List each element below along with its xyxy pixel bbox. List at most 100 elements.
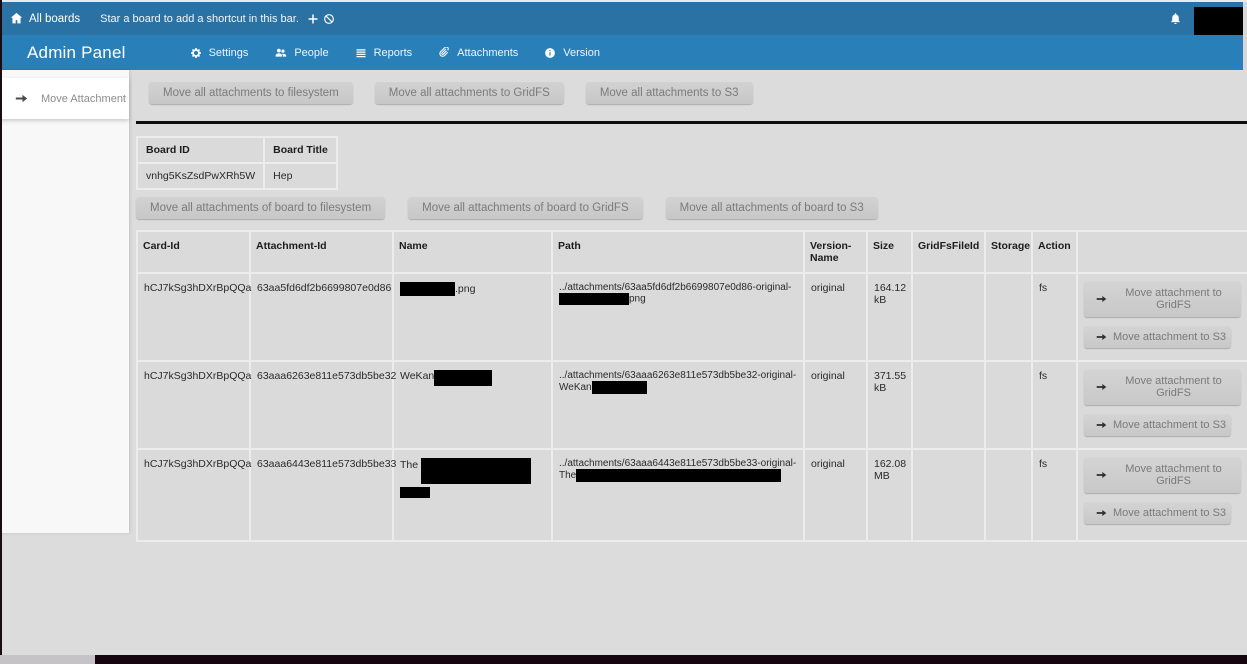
tab-people[interactable]: People — [274, 46, 328, 59]
path-cell: ../attachments/63aaa6263e811e573db5be32-… — [552, 361, 804, 449]
arrow-right-icon — [1096, 332, 1107, 343]
path-cell: ../attachments/63aa5fd6df2b6699807e0d86-… — [552, 273, 804, 361]
tab-version-label: Version — [563, 47, 600, 59]
content-area: Move Attachment Move all attachments to … — [0, 70, 1247, 664]
all-boards-link[interactable]: All boards — [10, 12, 80, 25]
tab-reports-label: Reports — [374, 47, 413, 59]
arrow-right-icon — [1096, 420, 1107, 431]
board-row: vnhg5KsZsdPwXRh5W Hep — [137, 163, 337, 189]
home-icon — [10, 12, 23, 25]
star-hint-text: Star a board to add a shortcut in this b… — [100, 13, 299, 25]
board-table: Board ID Board Title vnhg5KsZsdPwXRh5W H… — [136, 136, 338, 190]
arrow-right-icon — [1096, 382, 1107, 393]
action-cell: fs — [1032, 361, 1077, 449]
version-cell: original — [804, 449, 867, 541]
card-id-cell: hCJ7kSg3hDXrBpQQa — [137, 449, 250, 541]
tab-version[interactable]: Version — [544, 47, 600, 59]
window-left-edge — [0, 0, 2, 664]
name-cell: .png — [393, 273, 552, 361]
board-id-cell: vnhg5KsZsdPwXRh5W — [137, 163, 264, 189]
move-attachment-to-s3-button[interactable]: Move attachment to S3 — [1084, 414, 1231, 436]
horizontal-scrollbar-thumb[interactable] — [0, 655, 95, 664]
sidebar-item-move-attachment[interactable]: Move Attachment — [0, 78, 129, 119]
paperclip-icon — [438, 47, 450, 59]
size-cell: 164.12 kB — [867, 273, 912, 361]
redacted-box — [592, 381, 647, 394]
card-id-header: Card-Id — [137, 231, 250, 273]
card-id-cell: hCJ7kSg3hDXrBpQQa — [137, 361, 250, 449]
move-attachment-to-gridfs-button[interactable]: Move attachment to GridFS — [1084, 281, 1241, 317]
tab-settings[interactable]: Settings — [190, 47, 249, 59]
move-attachment-to-gridfs-button[interactable]: Move attachment to GridFS — [1084, 457, 1241, 493]
bottom-dark-bar — [95, 655, 1247, 664]
gridfsfileid-cell — [912, 361, 985, 449]
storage-cell — [985, 449, 1032, 541]
name-header: Name — [393, 231, 552, 273]
tab-settings-label: Settings — [209, 47, 249, 59]
action-header: Action — [1032, 231, 1077, 273]
sidebar: Move Attachment — [0, 70, 129, 533]
action-cell: fs — [1032, 273, 1077, 361]
move-attachment-to-s3-button[interactable]: Move attachment to S3 — [1084, 502, 1231, 524]
tab-people-label: People — [294, 47, 328, 59]
move-all-to-gridfs-button[interactable]: Move all attachments to GridFS — [375, 82, 564, 104]
storage-cell — [985, 273, 1032, 361]
redacted-box — [421, 458, 531, 484]
tab-reports[interactable]: Reports — [355, 47, 413, 59]
redacted-box — [559, 293, 629, 305]
top-bar: All boards Star a board to add a shortcu… — [0, 2, 1247, 35]
table-row: hCJ7kSg3hDXrBpQQa 63aa5fd6df2b6699807e0d… — [137, 273, 1247, 361]
window-right-edge — [1243, 2, 1247, 70]
move-all-to-s3-button[interactable]: Move all attachments to S3 — [586, 82, 753, 104]
move-all-to-filesystem-button[interactable]: Move all attachments to filesystem — [149, 82, 353, 104]
attachments-header-row: Card-Id Attachment-Id Name Path Version-… — [137, 231, 1247, 273]
add-shortcut-icon[interactable] — [307, 13, 319, 25]
storage-header: Storage — [985, 231, 1032, 273]
page-title: Admin Panel — [27, 43, 126, 63]
buttons-header — [1077, 231, 1247, 273]
row-actions-cell: Move attachment to GridFS Move attachmen… — [1077, 361, 1247, 449]
table-row: hCJ7kSg3hDXrBpQQa 63aaa6443e811e573db5be… — [137, 449, 1247, 541]
arrow-right-icon — [15, 92, 28, 105]
people-icon — [274, 46, 287, 59]
name-cell: WeKan — [393, 361, 552, 449]
attachment-id-cell: 63aaa6443e811e573db5be33 — [250, 449, 393, 541]
sidebar-item-label: Move Attachment — [41, 93, 126, 105]
row-actions-cell: Move attachment to GridFS Move attachmen… — [1077, 273, 1247, 361]
attachments-table: Card-Id Attachment-Id Name Path Version-… — [136, 230, 1247, 542]
tab-attachments-label: Attachments — [457, 47, 518, 59]
attachment-id-cell: 63aaa6263e811e573db5be32 — [250, 361, 393, 449]
move-board-to-filesystem-button[interactable]: Move all attachments of board to filesys… — [136, 197, 385, 219]
info-icon — [544, 47, 556, 59]
admin-header-bar: Admin Panel Settings People Reports Atta… — [0, 35, 1247, 70]
name-cell: The — [393, 449, 552, 541]
no-entry-icon[interactable] — [323, 13, 335, 25]
move-attachment-to-s3-button[interactable]: Move attachment to S3 — [1084, 326, 1231, 348]
redacted-box — [434, 370, 492, 386]
section-divider — [136, 121, 1247, 124]
action-cell: fs — [1032, 449, 1077, 541]
size-cell: 371.55 kB — [867, 361, 912, 449]
move-attachment-to-gridfs-button[interactable]: Move attachment to GridFS — [1084, 369, 1241, 405]
attachment-id-header: Attachment-Id — [250, 231, 393, 273]
attachment-id-cell: 63aa5fd6df2b6699807e0d86 — [250, 273, 393, 361]
notifications-bell-icon[interactable] — [1169, 12, 1182, 25]
redacted-box — [400, 487, 430, 498]
size-header: Size — [867, 231, 912, 273]
path-header: Path — [552, 231, 804, 273]
global-buttons-row: Move all attachments to filesystem Move … — [149, 82, 1247, 104]
board-id-header: Board ID — [137, 137, 264, 163]
card-id-cell: hCJ7kSg3hDXrBpQQa — [137, 273, 250, 361]
table-row: hCJ7kSg3hDXrBpQQa 63aaa6263e811e573db5be… — [137, 361, 1247, 449]
path-cell: ../attachments/63aaa6443e811e573db5be33-… — [552, 449, 804, 541]
redacted-user-menu[interactable] — [1194, 7, 1247, 35]
storage-cell — [985, 361, 1032, 449]
move-board-to-s3-button[interactable]: Move all attachments of board to S3 — [666, 197, 878, 219]
tab-attachments[interactable]: Attachments — [438, 47, 518, 59]
gridfsfileid-cell — [912, 449, 985, 541]
arrow-right-icon — [1096, 470, 1107, 481]
version-cell: original — [804, 361, 867, 449]
board-buttons-row: Move all attachments of board to filesys… — [136, 197, 1247, 219]
version-name-header: Version-Name — [804, 231, 867, 273]
move-board-to-gridfs-button[interactable]: Move all attachments of board to GridFS — [408, 197, 642, 219]
